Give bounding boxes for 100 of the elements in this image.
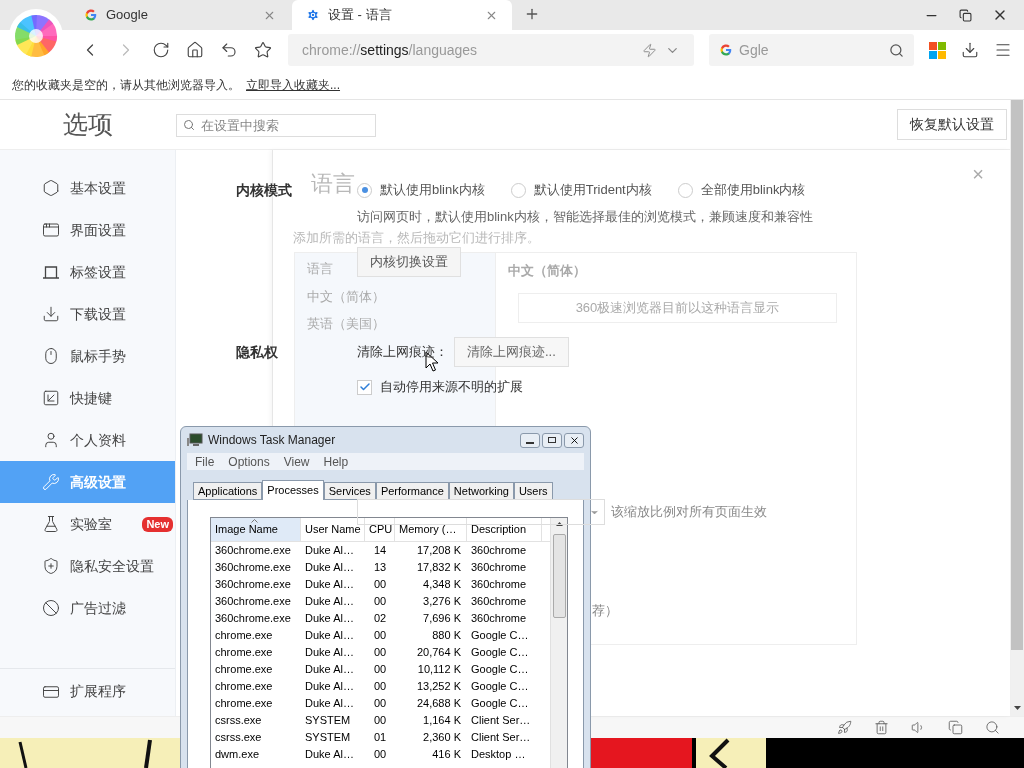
sidebar-item[interactable]: 界面设置 [0,209,175,251]
section-label: 隐私权 [236,344,278,360]
menu-item[interactable]: File [195,452,215,471]
sidebar-item[interactable]: 实验室 New [0,503,175,545]
process-row[interactable]: csrss.exe SYSTEM 00 1,164 K Client Ser… [211,712,550,729]
star-icon[interactable] [254,41,272,59]
bookmarks-message: 您的收藏夹是空的，请从其他浏览器导入。 [12,76,240,94]
process-row[interactable]: 360chrome.exe Duke Al… 14 17,208 K 360chrome [211,542,550,559]
home-icon[interactable] [186,41,204,59]
radio-button[interactable] [357,182,372,198]
process-row[interactable]: csrss.exe SYSTEM 01 2,360 K Client Ser… [211,729,550,746]
close-button[interactable] [564,432,584,448]
table-cell-text: Duke Al… [304,628,355,644]
trash-icon[interactable] [874,720,889,735]
table-cell-text: 00 [372,696,388,712]
rocket-icon[interactable] [837,720,852,735]
sidebar-item[interactable]: 标签设置 [0,251,175,293]
table-cell-text: Duke Al… [304,611,355,627]
kernel-settings-button[interactable]: 内核切换设置 [357,247,461,277]
process-row[interactable]: 360chrome.exe Duke Al… 00 4,348 K 360chrome [211,576,550,593]
search-icon[interactable] [889,42,904,58]
table-cell-text: chrome.exe [214,628,274,644]
undo-icon[interactable] [220,41,238,59]
minimize-button[interactable] [520,432,540,448]
address-bar[interactable]: chrome://settings/languages [288,34,694,66]
sidebar-item[interactable]: 扩展程序 [70,681,126,702]
download-icon[interactable] [961,41,979,59]
radio-button[interactable] [510,182,526,198]
table-cell-text: 360chrome.exe [214,560,292,576]
window-tab[interactable]: Networking [448,482,514,500]
search-text: Ggle [739,40,770,60]
process-row[interactable]: 360chrome.exe Duke Al… 13 17,832 K 360chrome [211,559,550,576]
window-tab[interactable]: Users [513,482,553,500]
clear-history-label: 清除上网痕迹： [357,343,448,362]
sidebar-item[interactable]: 下载设置 [0,293,175,335]
g-logo-icon [719,43,733,57]
dialog-subtitle: 添加所需的语言，然后拖动它们进行排序。 [293,230,540,246]
sidebar-item[interactable]: 广告过滤 [0,587,175,629]
apps-grid-icon[interactable] [929,41,946,59]
process-row[interactable]: chrome.exe Duke Al… 00 13,252 K Google C… [211,678,550,695]
radio-label: 默认使用Trident内核 [533,181,652,200]
window-tab[interactable]: Performance [375,482,449,500]
menu-icon[interactable] [994,41,1012,59]
reload-icon[interactable] [152,41,170,59]
sidebar-item[interactable]: 个人资料 [0,419,175,461]
sidebar-item[interactable]: 快捷键 [0,377,175,419]
menu-item[interactable]: View [283,452,310,471]
table-cell-text: 00 [372,577,388,593]
table-cell-text: 00 [372,662,388,678]
table-cell-text: chrome.exe [214,696,274,712]
new-badge: New [142,516,173,532]
menu-item[interactable]: Help [323,452,349,471]
sidebar-item[interactable]: 隐私安全设置 [0,545,175,587]
table-cell-text: Google C… [470,679,530,695]
column-header[interactable]: Image Name [211,518,301,541]
browser-tab[interactable]: 设置 - 语言 [292,0,512,30]
window-icon[interactable] [948,720,963,735]
recommended-text: 荐） [592,602,618,620]
tab-icon [42,263,60,281]
search-icon[interactable] [985,720,1000,735]
clear-history-button[interactable]: 清除上网痕迹... [454,337,569,367]
scrollbar[interactable] [1010,100,1024,716]
import-link[interactable]: 立即导入收藏夹... [246,75,340,94]
process-row[interactable]: 360chrome.exe Duke Al… 00 3,276 K 360chrome [211,593,550,610]
table-cell-text: 17,208 K [415,543,462,559]
gear-icon [306,8,320,22]
sidebar-item[interactable]: 基本设置 [0,167,175,209]
sidebar-item[interactable]: 鼠标手势 [0,335,175,377]
table-cell-text: Client Ser… [470,713,532,729]
table-cell-text: Desktop … [470,747,527,763]
process-row[interactable]: 360chrome.exe Duke Al… 02 7,696 K 360chrome [211,610,550,627]
process-row[interactable]: chrome.exe Duke Al… 00 10,112 K Google C… [211,661,550,678]
maximize-button[interactable] [542,432,562,448]
browser-tab[interactable]: Google [70,0,290,30]
table-cell-text: Duke Al… [304,543,355,559]
url-text: chrome://settings/languages [302,40,479,60]
scroll-up-icon[interactable] [555,522,563,526]
process-row[interactable]: chrome.exe Duke Al… 00 20,764 K Google C… [211,644,550,661]
process-row[interactable]: dwm.exe Duke Al… 00 416 K Desktop … [211,746,550,763]
process-row[interactable]: chrome.exe Duke Al… 00 880 K Google C… [211,627,550,644]
window-tab[interactable]: Applications [193,482,263,500]
reset-defaults-button[interactable]: 恢复默认设置 [897,109,1007,140]
restore-icon[interactable] [959,8,972,22]
zoom-dropdown[interactable] [357,499,605,525]
lightning-icon[interactable] [642,42,657,58]
user-icon [42,431,60,449]
radio-button[interactable] [677,182,693,198]
window-tab[interactable]: Processes [262,480,324,500]
table-cell-text: Duke Al… [304,747,355,763]
window-tab[interactable]: Services [323,482,376,500]
new-tab-icon[interactable] [524,6,540,22]
menu-item[interactable]: Options [228,452,270,471]
settings-search-field[interactable]: 在设置中搜索 [176,114,376,137]
scrollbar[interactable] [550,518,567,768]
process-row[interactable]: chrome.exe Duke Al… 00 24,688 K Google C… [211,695,550,712]
radio-label: 全部使用blink内核 [700,181,806,200]
page-title: 选项 [62,108,114,140]
scroll-down-icon[interactable] [1013,706,1021,710]
dialog-title: 语言 [311,170,355,198]
table-cell-text: Duke Al… [304,594,355,610]
